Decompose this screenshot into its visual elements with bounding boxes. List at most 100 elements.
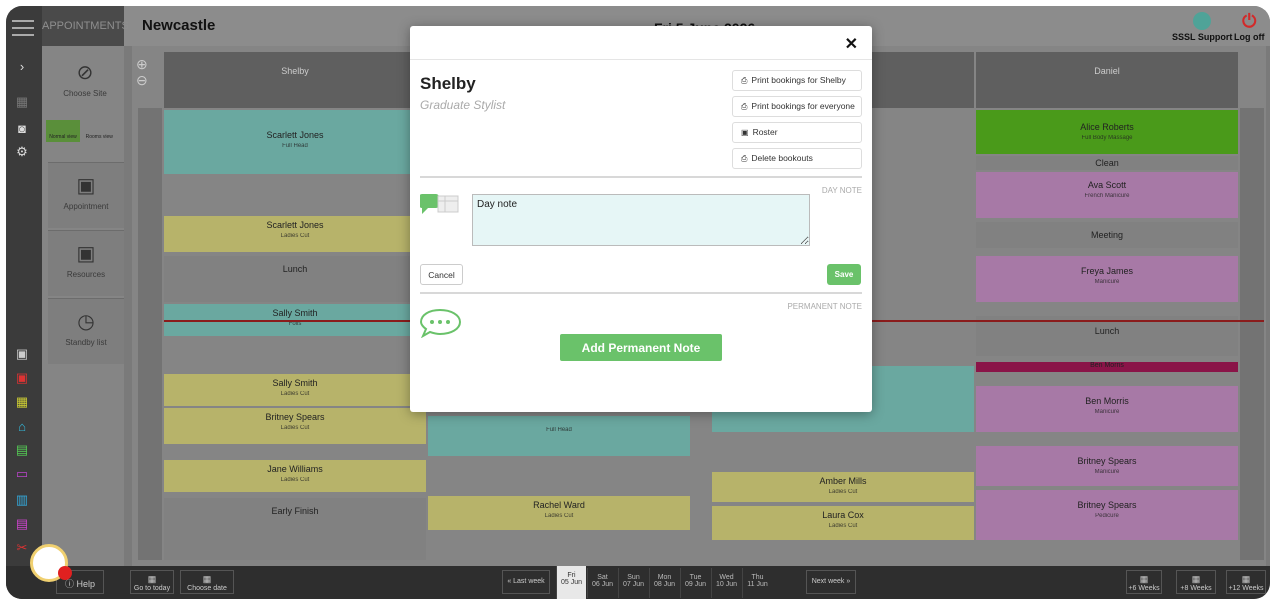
close-icon[interactable]: ✕ bbox=[845, 34, 858, 54]
calendar-icon: ▦ bbox=[202, 574, 212, 584]
booking-slot[interactable]: Britney Spears Manicure bbox=[976, 446, 1238, 486]
day-tab[interactable]: Wed 10 Jun bbox=[711, 568, 741, 598]
day-note-label: DAY NOTE bbox=[821, 186, 862, 195]
day-tab[interactable]: Thu 11 Jun bbox=[742, 568, 772, 598]
booking-slot[interactable]: Freya James Manicure bbox=[976, 256, 1238, 302]
contacts-icon[interactable]: ◙ bbox=[10, 118, 34, 138]
grid-yellow-icon[interactable]: ▦ bbox=[10, 392, 34, 412]
appointment-icon: ▣ bbox=[76, 175, 96, 197]
add-permanent-note-button[interactable]: Add Permanent Note bbox=[560, 334, 722, 361]
day-dow: Wed bbox=[719, 574, 734, 581]
gear-icon[interactable]: ⚙ bbox=[10, 142, 34, 162]
day-tab[interactable]: Mon 08 Jun bbox=[649, 568, 679, 598]
collapse-icon[interactable]: › bbox=[10, 56, 34, 76]
normal-view-toggle[interactable]: Normal view bbox=[46, 120, 80, 142]
print-everyone-button[interactable]: ⎙ Print bookings for everyone bbox=[732, 96, 862, 117]
resources-icon: ▣ bbox=[76, 243, 96, 265]
calendar-icon: ▦ bbox=[1139, 574, 1149, 584]
staff-modal: ✕ Shelby Graduate Stylist ⎙ Print booking… bbox=[410, 26, 872, 412]
last-week-button[interactable]: « Last week bbox=[502, 570, 550, 594]
cancel-button[interactable]: Cancel bbox=[420, 264, 463, 285]
booking-slot[interactable]: Britney Spears Pedicure bbox=[976, 490, 1238, 540]
day-tab[interactable]: Fri 05 Jun bbox=[556, 566, 586, 599]
booking-slot[interactable]: Full Head bbox=[428, 416, 690, 456]
booking-slot[interactable]: Ava Scott French Manicure bbox=[976, 172, 1238, 218]
bag-icon[interactable]: ⌂ bbox=[10, 416, 34, 436]
view-toggle: Normal view Rooms view bbox=[46, 120, 124, 142]
left-rail: › ▦ ◙ ⚙ ▣ ▣ ▦ ⌂ ▤ ▭ ▥ ▤ ✂ bbox=[6, 6, 42, 599]
staff-role: Graduate Stylist bbox=[420, 98, 506, 112]
register-icon[interactable]: ▥ bbox=[10, 490, 34, 510]
appointment-rail-icon[interactable]: ▣ bbox=[10, 344, 34, 364]
next-week-button[interactable]: Next week » bbox=[806, 570, 856, 594]
booking-slot[interactable]: Rachel Ward Ladies Cut bbox=[428, 496, 690, 530]
roster-icon: ▣ bbox=[741, 128, 749, 137]
booking-slot[interactable]: Lunch bbox=[164, 256, 426, 302]
choose-date-button[interactable]: ▦ Choose date bbox=[180, 570, 234, 594]
booking-slot[interactable]: Scarlett Jones Ladies Cut bbox=[164, 216, 426, 252]
menu-icon[interactable] bbox=[12, 20, 34, 36]
day-dow: Thu bbox=[751, 574, 764, 581]
side-panel: ⊘ Choose Site Normal view Rooms view ▣ A… bbox=[42, 46, 124, 566]
booking-slot[interactable]: Scarlett Jones Full Head bbox=[164, 110, 426, 174]
day-note-input[interactable] bbox=[472, 194, 810, 246]
rooms-view-toggle[interactable]: Rooms view bbox=[82, 120, 116, 142]
booking-slot[interactable]: Sally Smith Ladies Cut bbox=[164, 374, 426, 406]
zoom-icon[interactable]: ⊕ ⊖ bbox=[136, 56, 148, 88]
save-button[interactable]: Save bbox=[827, 264, 861, 285]
roster-button[interactable]: ▣ Roster bbox=[732, 122, 862, 143]
resources-nav[interactable]: ▣ Resources bbox=[48, 230, 124, 296]
app-label: APPOINTMENTS bbox=[42, 6, 129, 46]
chat-icon[interactable]: ▭ bbox=[10, 464, 34, 484]
booking-slot[interactable]: Alice Roberts Full Body Massage bbox=[976, 110, 1238, 154]
plus-6-weeks-button[interactable]: ▦ +6 Weeks bbox=[1126, 570, 1162, 594]
staff-name: Shelby bbox=[420, 74, 476, 93]
booking-slot[interactable]: Early Finish bbox=[164, 498, 426, 560]
booking-slot[interactable]: Laura Cox Ladies Cut bbox=[712, 506, 974, 540]
report-icon[interactable]: ▤ bbox=[10, 514, 34, 534]
standby-nav[interactable]: ◷ Standby list bbox=[48, 298, 124, 364]
user-icon bbox=[1193, 12, 1212, 30]
support-button[interactable]: SSSL Support bbox=[1172, 12, 1232, 42]
go-today-button[interactable]: ▦ Go to today bbox=[130, 570, 174, 594]
booking-slot[interactable]: Ben Morris Manicure bbox=[976, 386, 1238, 432]
day-date: 10 Jun bbox=[715, 581, 738, 588]
column-header-daniel[interactable]: Daniel bbox=[976, 52, 1238, 108]
day-date: 08 Jun bbox=[653, 581, 676, 588]
day-date: 07 Jun bbox=[622, 581, 645, 588]
calendar-red-icon[interactable]: ▣ bbox=[10, 368, 34, 388]
day-tab[interactable]: Sat 06 Jun bbox=[587, 568, 617, 598]
day-dow: Tue bbox=[689, 574, 702, 581]
booking-slot[interactable]: Ben Morris bbox=[976, 362, 1238, 372]
calendar-icon[interactable]: ▦ bbox=[10, 92, 34, 112]
day-tab[interactable]: Sun 07 Jun bbox=[618, 568, 648, 598]
day-note-icon bbox=[419, 190, 460, 220]
site-title: Newcastle bbox=[142, 17, 216, 34]
section-divider bbox=[420, 292, 862, 294]
chart-icon[interactable]: ▤ bbox=[10, 440, 34, 460]
booking-slot[interactable]: Jane Williams Ladies Cut bbox=[164, 460, 426, 492]
day-dow: Mon bbox=[657, 574, 672, 581]
delete-bookouts-button[interactable]: ⎙ Delete bookouts bbox=[732, 148, 862, 169]
footer-bar: ⓘ Help ▦ Go to today ▦ Choose date « Last … bbox=[6, 566, 1270, 599]
printer-icon: ⎙ bbox=[741, 76, 748, 85]
booking-slot[interactable]: Clean bbox=[976, 156, 1238, 170]
plus-12-weeks-button[interactable]: ▦ +12 Weeks bbox=[1226, 570, 1266, 594]
power-icon: ⏻ bbox=[1242, 11, 1257, 31]
speech-bubble-icon bbox=[419, 308, 462, 339]
booking-slot[interactable]: Amber Mills Ladies Cut bbox=[712, 472, 974, 502]
printer-icon: ⎙ bbox=[741, 102, 748, 111]
booking-slot[interactable]: Britney Spears Ladies Cut bbox=[164, 408, 426, 444]
print-shelby-button[interactable]: ⎙ Print bookings for Shelby bbox=[732, 70, 862, 91]
booking-slot[interactable]: Meeting bbox=[976, 222, 1238, 248]
plus-8-weeks-button[interactable]: ▦ +8 Weeks bbox=[1176, 570, 1216, 594]
appointment-nav[interactable]: ▣ Appointment bbox=[48, 162, 124, 228]
app-window: › ▦ ◙ ⚙ ▣ ▣ ▦ ⌂ ▤ ▭ ▥ ▤ ✂ APPOINTMENTS N… bbox=[6, 6, 1270, 599]
logoff-button[interactable]: ⏻ Log off bbox=[1234, 12, 1265, 42]
choose-site-button[interactable]: ⊘ Choose Site bbox=[50, 60, 120, 98]
day-tab[interactable]: Tue 09 Jun bbox=[680, 568, 710, 598]
day-dow: Fri bbox=[567, 572, 576, 579]
day-date: 09 Jun bbox=[684, 581, 707, 588]
column-header-shelby[interactable]: Shelby bbox=[164, 52, 426, 108]
booking-slot[interactable]: Lunch bbox=[976, 316, 1238, 356]
